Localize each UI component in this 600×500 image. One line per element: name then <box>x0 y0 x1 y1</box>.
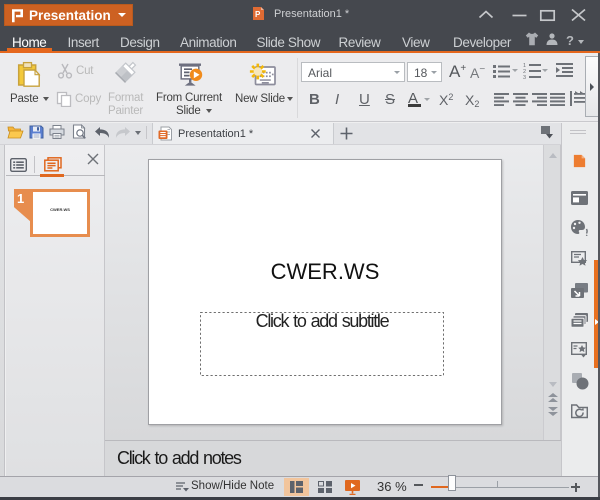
svg-text:P: P <box>255 10 261 19</box>
svg-text:3: 3 <box>523 75 526 79</box>
